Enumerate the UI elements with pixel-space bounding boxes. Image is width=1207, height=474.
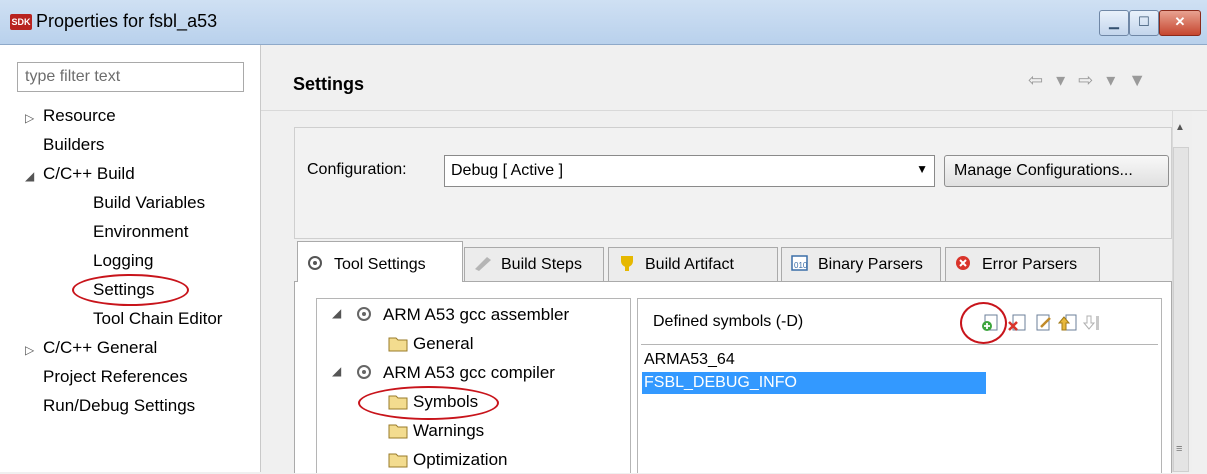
tool-gear-icon	[357, 307, 371, 321]
grip-icon: ≡	[1176, 443, 1183, 455]
symbols-header-label: Defined symbols (-D)	[653, 313, 804, 330]
tab-error-parsers[interactable]: Error Parsers	[945, 247, 1100, 281]
nav-item-project-references[interactable]: Project References	[43, 362, 188, 391]
configuration-select[interactable]: Debug [ Active ] ▼	[444, 155, 935, 187]
sdk-app-icon: SDK	[10, 14, 32, 30]
collapse-twisty-icon[interactable]: ◢	[332, 357, 341, 386]
chevron-down-icon: ▼	[916, 162, 928, 176]
tab-binary-parsers[interactable]: 010 Binary Parsers	[781, 247, 941, 281]
tab-label: Binary Parsers	[818, 256, 923, 273]
gear-icon	[308, 256, 322, 270]
nav-item-tool-chain-editor[interactable]: Tool Chain Editor	[93, 304, 222, 333]
minimize-icon: ▁	[1109, 14, 1119, 29]
tool-gear-icon	[357, 365, 371, 379]
tree-item-optimization[interactable]: Optimization	[413, 445, 507, 474]
tab-label: Build Steps	[501, 256, 582, 273]
nav-item-cpp-general[interactable]: C/C++ General	[43, 333, 157, 362]
tab-label: Build Artifact	[645, 256, 734, 273]
configuration-label: Configuration:	[307, 161, 407, 178]
nav-item-builders[interactable]: Builders	[43, 130, 104, 159]
tab-label: Tool Settings	[334, 256, 426, 273]
nav-item-logging[interactable]: Logging	[93, 246, 154, 275]
trophy-icon	[621, 256, 633, 271]
symbol-row-selected[interactable]: FSBL_DEBUG_INFO	[642, 372, 986, 394]
move-up-icon[interactable]	[1058, 313, 1078, 333]
expand-twisty-icon[interactable]: ▷	[25, 104, 34, 133]
tree-item-assembler[interactable]: ARM A53 gcc assembler	[383, 300, 569, 329]
close-icon: ✕	[1174, 14, 1186, 29]
symbol-row[interactable]: ARMA53_64	[642, 349, 986, 371]
configuration-value: Debug [ Active ]	[451, 162, 564, 179]
svg-text:010: 010	[794, 261, 808, 270]
options-folder-icon	[388, 453, 408, 468]
tab-build-steps[interactable]: Build Steps	[464, 247, 604, 281]
add-button-annotation-ring	[960, 302, 1007, 344]
options-folder-icon	[388, 337, 408, 352]
move-down-icon[interactable]	[1083, 313, 1103, 333]
nav-item-resource[interactable]: Resource	[43, 101, 116, 130]
page-title: Settings	[293, 74, 365, 94]
scrollbar-thumb[interactable]	[1173, 147, 1189, 472]
tab-label: Error Parsers	[982, 256, 1078, 273]
nav-item-build-variables[interactable]: Build Variables	[93, 188, 205, 217]
binary-icon: 010	[791, 255, 808, 271]
symbols-annotation-ring	[358, 386, 499, 420]
nav-item-cpp-build[interactable]: C/C++ Build	[43, 159, 135, 188]
tab-build-artifact[interactable]: Build Artifact	[608, 247, 778, 281]
minimize-button[interactable]: ▁	[1099, 10, 1129, 36]
window-title-bar[interactable]: SDK Properties for fsbl_a53 ▁ ☐ ✕	[0, 0, 1207, 45]
maximize-button[interactable]: ☐	[1129, 10, 1159, 36]
tree-item-compiler[interactable]: ARM A53 gcc compiler	[383, 358, 555, 387]
expand-twisty-icon[interactable]: ▷	[25, 336, 34, 365]
maximize-icon: ☐	[1138, 14, 1150, 29]
tab-tool-settings[interactable]: Tool Settings	[297, 241, 463, 282]
manage-configurations-button[interactable]: Manage Configurations...	[944, 155, 1169, 187]
window-title: Properties for fsbl_a53	[36, 11, 218, 31]
delete-symbol-icon[interactable]	[1007, 313, 1027, 333]
header-divider	[261, 110, 1207, 111]
filter-input[interactable]	[17, 62, 244, 92]
build-steps-icon	[475, 257, 491, 271]
settings-annotation-ring	[72, 274, 189, 306]
collapse-twisty-icon[interactable]: ◢	[25, 162, 34, 191]
tree-item-warnings[interactable]: Warnings	[413, 416, 484, 445]
history-nav-arrows[interactable]: ⇦ ▾ ⇨ ▾ ▼	[1028, 70, 1150, 91]
nav-item-environment[interactable]: Environment	[93, 217, 188, 246]
close-button[interactable]: ✕	[1159, 10, 1201, 36]
error-icon	[956, 256, 970, 270]
options-folder-icon	[388, 424, 408, 439]
tree-item-assembler-general[interactable]: General	[413, 329, 473, 358]
scroll-up-arrow-icon[interactable]: ▲	[1175, 122, 1185, 133]
collapse-twisty-icon[interactable]: ◢	[332, 299, 341, 328]
edit-symbol-icon[interactable]	[1033, 313, 1053, 333]
nav-item-run-debug-settings[interactable]: Run/Debug Settings	[43, 391, 195, 420]
